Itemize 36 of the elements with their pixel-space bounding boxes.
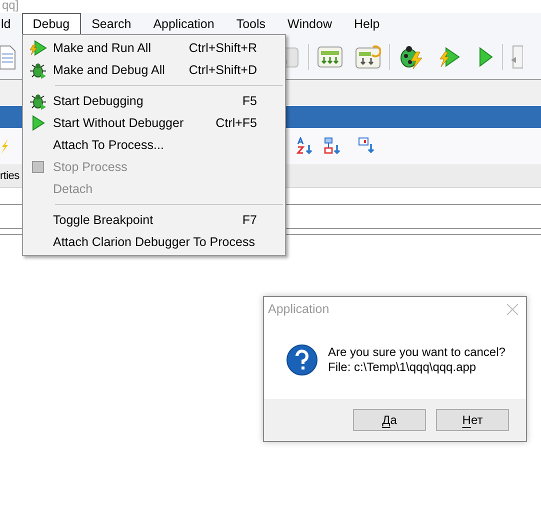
menu-entry[interactable]: Make and Debug All Ctrl+Shift+D bbox=[23, 59, 285, 81]
menu-item[interactable]: Help bbox=[343, 13, 391, 35]
play-icon bbox=[31, 115, 45, 131]
document-icon[interactable] bbox=[0, 44, 16, 70]
message-text: Are you sure you want to cancel? bbox=[328, 345, 506, 360]
play-icon[interactable] bbox=[478, 46, 494, 68]
window-title: qq] bbox=[1, 0, 20, 13]
menu-item[interactable]: Application bbox=[142, 13, 226, 35]
menu-entry[interactable]: Make and Run All Ctrl+Shift+R bbox=[23, 37, 285, 59]
message-text: File: c:\Temp\1\qqq\qqq.app bbox=[328, 360, 478, 375]
menu-item[interactable]: Debug bbox=[22, 13, 81, 35]
dialog-title: Application bbox=[268, 302, 330, 316]
panel-tab[interactable]: rties bbox=[0, 170, 20, 182]
run-icon bbox=[29, 39, 47, 57]
menu-entry[interactable]: Start Debugging F5 bbox=[23, 90, 285, 112]
sort-table-icon[interactable] bbox=[358, 137, 376, 155]
menu-entry[interactable]: Toggle Breakpoint F7 bbox=[23, 209, 285, 231]
refresh-icon[interactable] bbox=[355, 45, 381, 69]
menu-entry[interactable]: Attach Clarion Debugger To Process bbox=[23, 231, 285, 253]
document-icon[interactable] bbox=[511, 45, 523, 69]
dialog-button[interactable]: Нет bbox=[436, 409, 509, 431]
bug-icon[interactable] bbox=[398, 44, 424, 70]
sort-hierarchy-icon[interactable] bbox=[324, 137, 342, 155]
menu-item[interactable]: Search bbox=[80, 13, 142, 35]
menu-item[interactable]: ld bbox=[0, 13, 22, 35]
sort-alphabetical-icon[interactable] bbox=[296, 137, 314, 155]
question-icon bbox=[286, 344, 318, 376]
menu-item[interactable]: Window bbox=[276, 13, 343, 35]
stop-icon bbox=[32, 161, 44, 173]
dialog-button[interactable]: Да bbox=[353, 409, 426, 431]
run-icon[interactable] bbox=[438, 46, 460, 68]
menu-item[interactable]: Tools bbox=[225, 13, 277, 35]
menu-entry[interactable]: Start Without Debugger Ctrl+F5 bbox=[23, 112, 285, 134]
arrows-down-icon[interactable] bbox=[317, 46, 343, 68]
bug-icon bbox=[29, 61, 47, 79]
bug-icon bbox=[29, 92, 47, 110]
